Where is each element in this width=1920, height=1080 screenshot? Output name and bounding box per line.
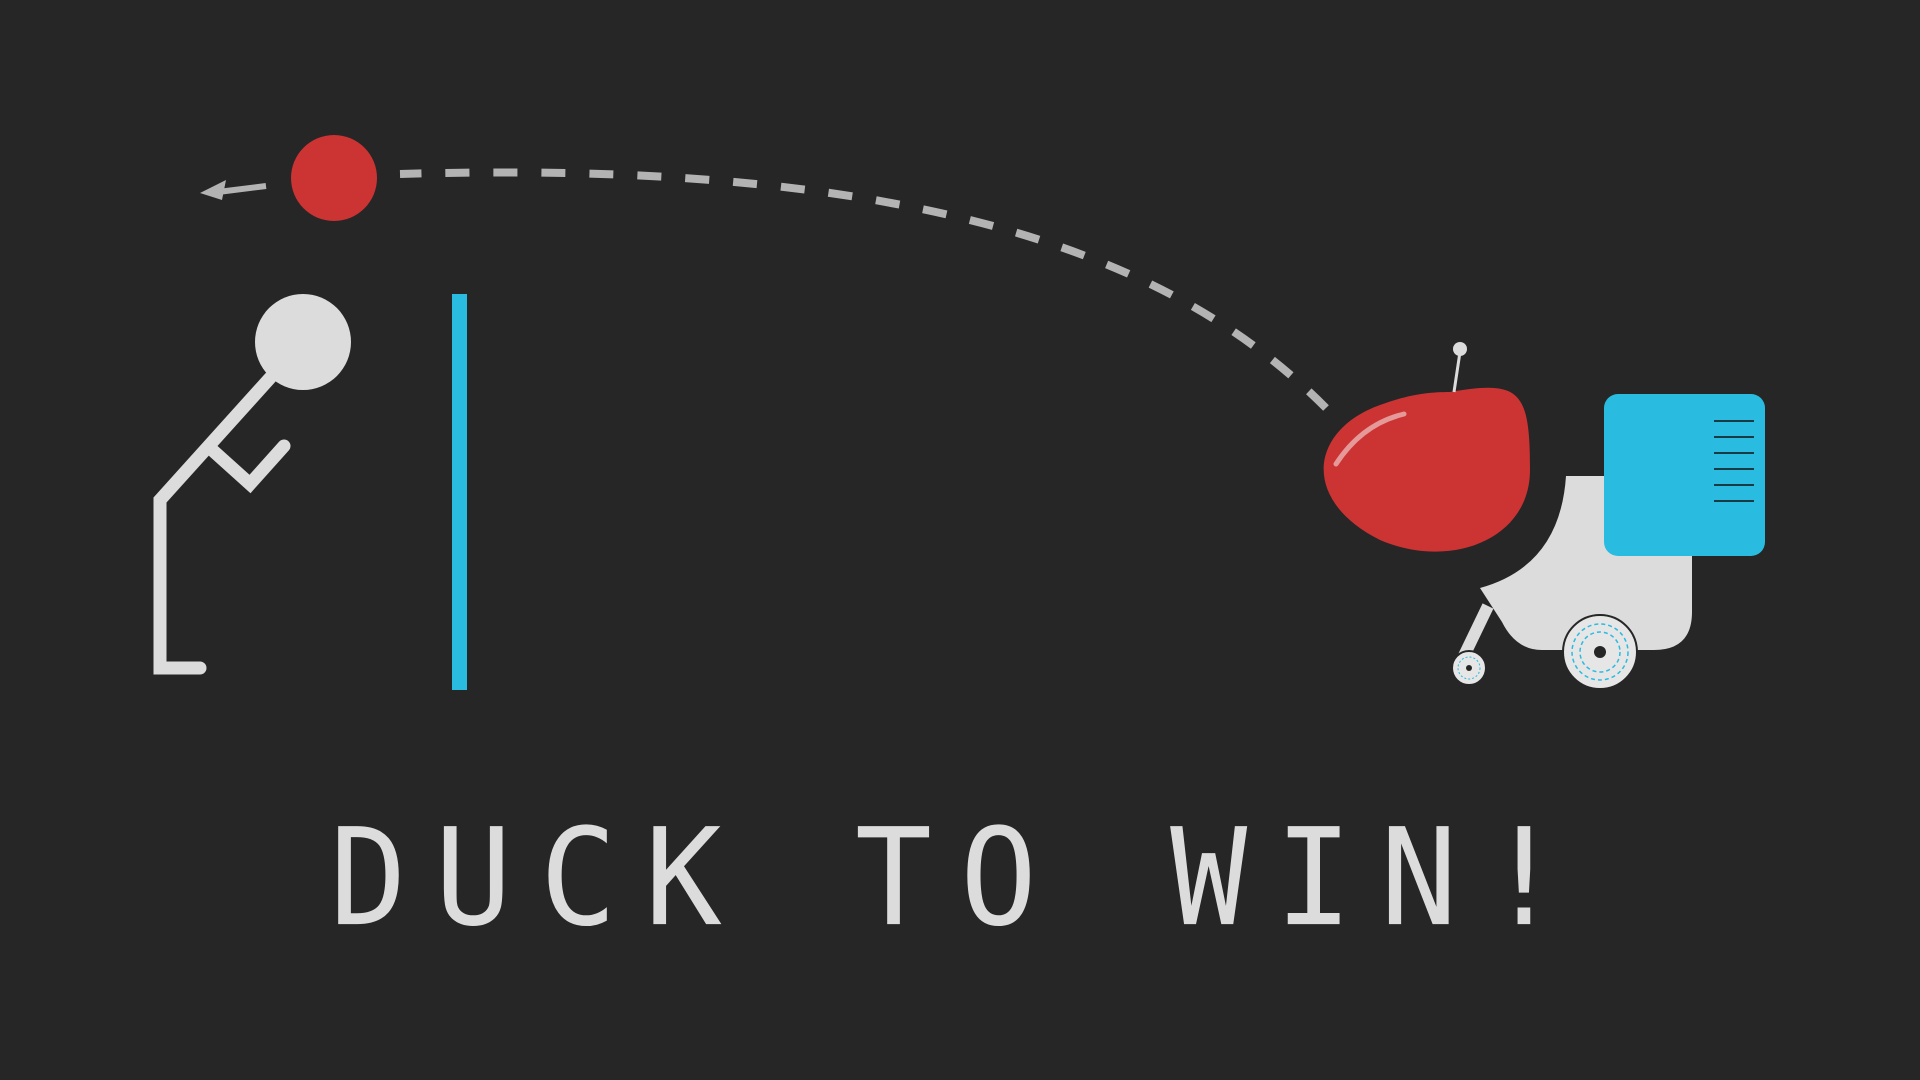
launcher-blue-panel — [1604, 394, 1765, 556]
game-stage: DUCK TO WIN! — [0, 0, 1920, 1080]
player-stick-figure[interactable] — [153, 294, 351, 675]
red-ball — [291, 135, 377, 221]
antenna-tip — [1453, 342, 1467, 356]
game-title: DUCK TO WIN! — [329, 800, 1591, 957]
trajectory-tail — [217, 183, 267, 195]
trajectory-arrowhead — [200, 180, 226, 200]
blue-barrier — [452, 294, 467, 690]
launcher-red-head — [1323, 387, 1530, 552]
small-wheel — [1451, 650, 1487, 686]
player-body — [153, 371, 277, 675]
large-wheel — [1562, 614, 1638, 690]
antenna-stem — [1452, 351, 1462, 393]
ball-launcher-robot — [1323, 342, 1765, 690]
ball-trajectory — [399, 168, 1329, 411]
player-arm — [203, 439, 291, 494]
